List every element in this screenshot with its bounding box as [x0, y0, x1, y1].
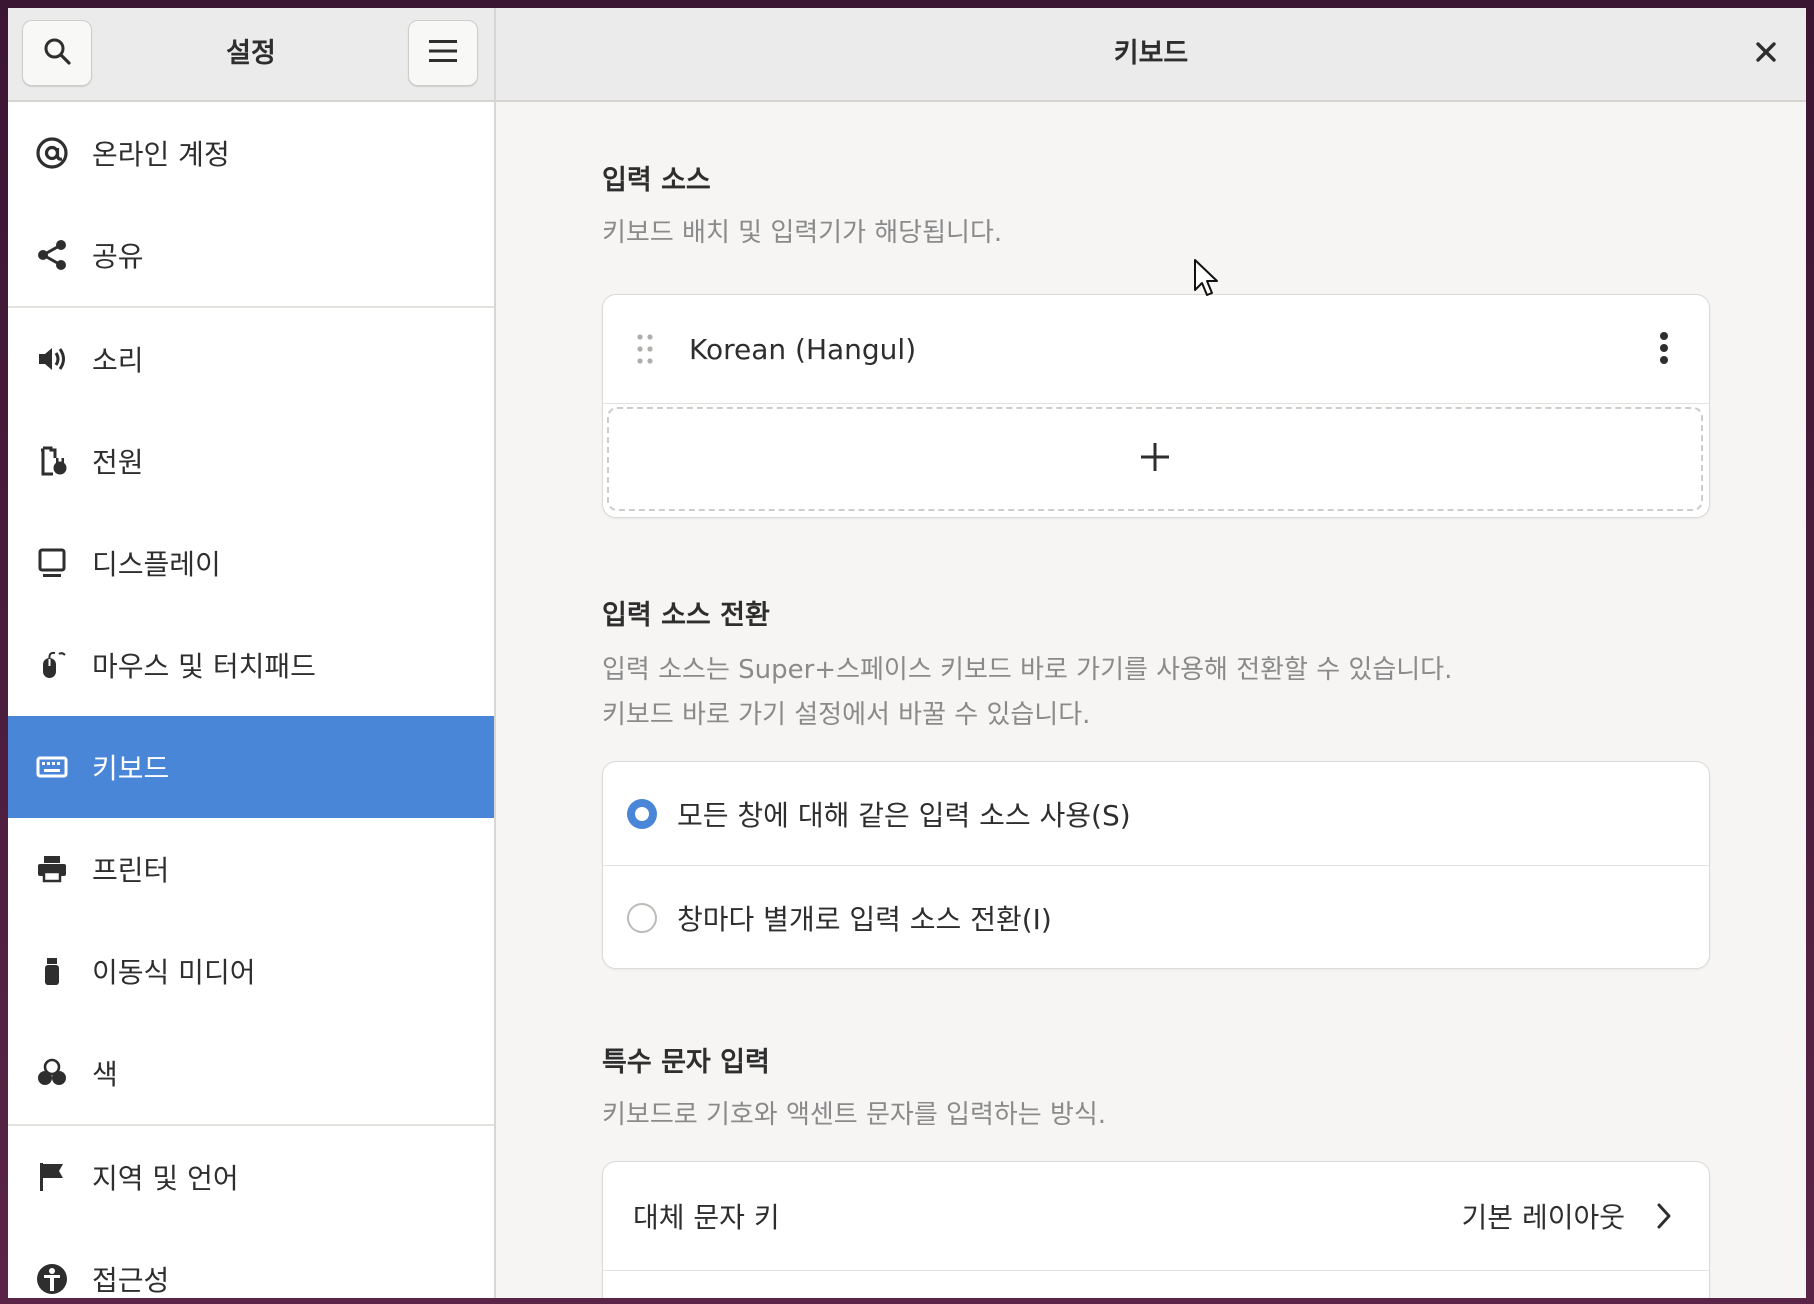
accessibility-icon [32, 1259, 72, 1298]
alternate-chars-key-row[interactable]: 대체 문자 키 기본 레이아웃 [603, 1162, 1709, 1271]
plus-icon [1139, 441, 1171, 477]
switching-options: 모든 창에 대해 같은 입력 소스 사용(S) 창마다 별개로 입력 소스 전환… [602, 761, 1710, 969]
display-icon [32, 543, 72, 583]
main-menu-button[interactable] [408, 20, 478, 86]
add-input-source-button[interactable] [607, 407, 1703, 511]
printer-icon [32, 849, 72, 889]
option-same-source[interactable]: 모든 창에 대해 같은 입력 소스 사용(S) [603, 762, 1709, 866]
close-icon [1755, 41, 1777, 67]
usb-icon [32, 951, 72, 991]
input-sources-description: 키보드 배치 및 입력기가 해당됩니다. [602, 218, 1003, 248]
option-label: 창마다 별개로 입력 소스 전환(I) [677, 902, 1052, 936]
special-chars-title: 특수 문자 입력 [602, 1047, 770, 1078]
radio-unselected[interactable] [627, 902, 657, 933]
search-icon [42, 36, 72, 70]
option-label: 모든 창에 대해 같은 입력 소스 사용(S) [677, 798, 1131, 832]
sidebar-item-display[interactable]: 디스플레이 [8, 512, 494, 614]
sidebar-item-label: 소리 [92, 344, 144, 377]
sidebar-item-color[interactable]: 색 [8, 1022, 494, 1124]
sidebar-item-keyboard[interactable]: 키보드 [8, 716, 494, 818]
sidebar-item-removable-media[interactable]: 이동식 미디어 [8, 920, 494, 1022]
settings-window: 설정 온라인 계정 공유 소리 전원 디스플레이 마우스 및 터치패드 키보드 … [8, 8, 1806, 1298]
option-per-window[interactable]: 창마다 별개로 입력 소스 전환(I) [603, 866, 1709, 968]
more-options-icon[interactable] [1659, 331, 1669, 369]
input-sources-title: 입력 소스 [602, 165, 711, 196]
switching-description-line2: 키보드 바로 가기 설정에서 바꿀 수 있습니다. [602, 700, 1091, 730]
search-button[interactable] [22, 20, 92, 86]
at-icon [32, 133, 72, 173]
drag-handle-icon[interactable] [633, 332, 657, 366]
hamburger-icon [428, 38, 458, 68]
content-header: 키보드 [496, 8, 1806, 102]
keyboard-icon [32, 747, 72, 787]
sidebar-item-mouse-touchpad[interactable]: 마우스 및 터치패드 [8, 614, 494, 716]
sidebar-item-label: 전원 [92, 446, 144, 479]
next-row[interactable] [603, 1271, 1709, 1298]
sidebar-item-accessibility[interactable]: 접근성 [8, 1228, 494, 1298]
sidebar-item-label: 공유 [92, 240, 144, 273]
special-chars-list: 대체 문자 키 기본 레이아웃 [602, 1161, 1710, 1298]
row-value: 기본 레이아웃 [1461, 1201, 1625, 1234]
sidebar-item-label: 마우스 및 터치패드 [92, 650, 316, 683]
sidebar-item-label: 디스플레이 [92, 548, 221, 581]
mouse-pointer-icon [1193, 258, 1221, 304]
sidebar-header: 설정 [8, 8, 494, 102]
flag-icon [32, 1157, 72, 1197]
sidebar-item-label: 지역 및 언어 [92, 1162, 239, 1195]
switching-title: 입력 소스 전환 [602, 600, 770, 631]
sidebar: 설정 온라인 계정 공유 소리 전원 디스플레이 마우스 및 터치패드 키보드 … [8, 8, 496, 1298]
chevron-right-icon [1655, 1202, 1673, 1234]
battery-icon [32, 441, 72, 481]
mouse-icon [32, 645, 72, 685]
color-icon [32, 1053, 72, 1093]
sidebar-item-sound[interactable]: 소리 [8, 308, 494, 410]
speaker-icon [32, 339, 72, 379]
sidebar-item-power[interactable]: 전원 [8, 410, 494, 512]
page-title: 키보드 [1113, 38, 1189, 69]
row-label: 대체 문자 키 [633, 1201, 780, 1234]
special-chars-description: 키보드로 기호와 액센트 문자를 입력하는 방식. [602, 1100, 1107, 1130]
input-source-label: Korean (Hangul) [689, 332, 917, 366]
sidebar-item-label: 프린터 [92, 854, 170, 887]
sidebar-item-label: 이동식 미디어 [92, 956, 256, 989]
content-pane: 키보드 입력 소스 키보드 배치 및 입력기가 해당됩니다. Korean (H… [496, 8, 1806, 1298]
input-sources-list: Korean (Hangul) [602, 294, 1710, 518]
sidebar-list: 온라인 계정 공유 소리 전원 디스플레이 마우스 및 터치패드 키보드 프린터… [8, 102, 494, 1298]
sidebar-item-label: 접근성 [92, 1264, 170, 1297]
sidebar-item-label: 색 [92, 1058, 118, 1091]
share-icon [32, 235, 72, 275]
sidebar-item-sharing[interactable]: 공유 [8, 204, 494, 306]
sidebar-item-printers[interactable]: 프린터 [8, 818, 494, 920]
radio-selected[interactable] [627, 798, 657, 829]
close-button[interactable] [1746, 34, 1786, 74]
sidebar-item-region-language[interactable]: 지역 및 언어 [8, 1126, 494, 1228]
sidebar-item-online-accounts[interactable]: 온라인 계정 [8, 102, 494, 204]
switching-description-line1: 입력 소스는 Super+스페이스 키보드 바로 가기를 사용해 전환할 수 있… [602, 655, 1453, 685]
input-source-row[interactable]: Korean (Hangul) [603, 295, 1709, 404]
sidebar-item-label: 키보드 [92, 752, 170, 785]
sidebar-item-label: 온라인 계정 [92, 138, 230, 171]
